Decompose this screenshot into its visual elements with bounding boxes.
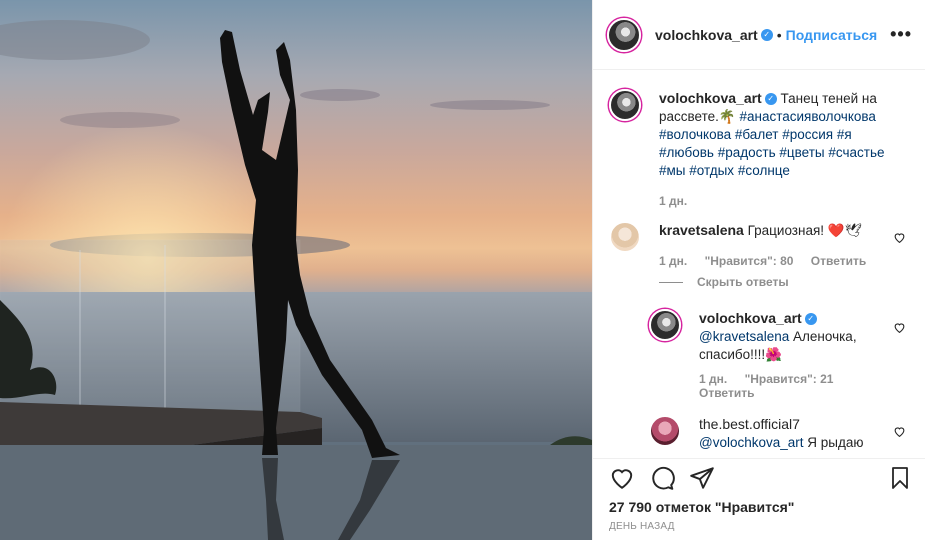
caption-time[interactable]: 1 дн.	[659, 194, 687, 208]
verified-badge-icon: ✓	[764, 93, 777, 106]
hashtag-link[interactable]: #радость	[718, 145, 776, 160]
reply-mention[interactable]: @kravetsalena	[699, 329, 789, 344]
post-date[interactable]: ДЕНЬ НАЗАД	[609, 521, 675, 532]
comment-like-heart-icon[interactable]	[893, 231, 906, 244]
reply-button[interactable]: Ответить	[811, 254, 866, 268]
bookmark-icon[interactable]	[888, 465, 912, 491]
reply-emoji: 🌺	[765, 347, 782, 362]
commenter-avatar[interactable]	[609, 221, 641, 253]
author-username[interactable]: volochkova_art	[655, 27, 758, 43]
post-actions: 27 790 отметок "Нравится" ДЕНЬ НАЗАД	[593, 458, 925, 540]
reply-mention[interactable]: @volochkova_art	[699, 435, 804, 450]
share-icon[interactable]	[689, 465, 715, 491]
hide-replies-button[interactable]: Скрыть ответы	[659, 275, 789, 289]
hashtag-link[interactable]: #я	[837, 127, 852, 142]
reply-avatar[interactable]	[649, 415, 681, 447]
reply-username[interactable]: volochkova_art	[699, 310, 802, 326]
palm-emoji: 🌴	[718, 109, 736, 124]
action-icons	[609, 465, 729, 491]
caption-avatar[interactable]	[609, 89, 641, 121]
more-options-icon[interactable]: •••	[890, 24, 912, 45]
caption-username[interactable]: volochkova_art	[659, 90, 762, 106]
hashtag-link[interactable]: #цветы	[779, 145, 824, 160]
hide-replies-label: Скрыть ответы	[697, 275, 789, 289]
post-panel: volochkova_art ✓ • Подписаться ••• voloc…	[592, 0, 925, 540]
comment-icon[interactable]	[649, 465, 675, 491]
post-photo[interactable]	[0, 0, 592, 540]
reply-like-heart-icon[interactable]	[893, 425, 906, 438]
comment-likes[interactable]: "Нравится": 80	[705, 254, 794, 268]
comment-username[interactable]: kravetsalena	[659, 222, 744, 238]
follow-button[interactable]: Подписаться	[786, 27, 878, 43]
caption: volochkova_art ✓ Танец теней на рассвете.…	[609, 89, 889, 210]
divider-line	[659, 281, 683, 283]
comment-item: kravetsalena Грациозная! ❤️🕊 1 дн. "Нрав…	[609, 221, 889, 270]
hashtag-link[interactable]: #волочкова	[659, 127, 731, 142]
reply-likes[interactable]: "Нравится": 21	[745, 372, 834, 386]
reply-like-heart-icon[interactable]	[893, 321, 906, 334]
hashtag-link[interactable]: #балет	[735, 127, 779, 142]
verified-badge-icon: ✓	[804, 313, 817, 326]
author-avatar[interactable]	[607, 17, 641, 52]
reply-username[interactable]: the.best.official7	[699, 416, 800, 432]
reply-meta: 1 дн. "Нравится": 21 Ответить	[699, 372, 889, 400]
comment-emoji: ❤️🕊	[827, 223, 862, 238]
hashtag-link[interactable]: #россия	[782, 127, 833, 142]
heart-icon[interactable]	[609, 465, 635, 491]
post-header: volochkova_art ✓ • Подписаться •••	[593, 0, 925, 70]
reply-button[interactable]: Ответить	[699, 386, 754, 400]
reply-item: the.best.official7 @volochkova_art Я рыд…	[649, 415, 889, 452]
post-photo-graphic	[0, 0, 592, 540]
reply-time[interactable]: 1 дн.	[699, 372, 727, 386]
hashtag-link[interactable]: #любовь	[659, 145, 714, 160]
hashtag-link[interactable]: #мы	[659, 163, 686, 178]
hashtag-link[interactable]: #счастье	[828, 145, 884, 160]
hashtag-link[interactable]: #солнце	[738, 163, 790, 178]
verified-badge-icon: ✓	[760, 28, 773, 41]
likes-count[interactable]: 27 790 отметок "Нравится"	[609, 499, 794, 515]
comment-time[interactable]: 1 дн.	[659, 254, 687, 268]
reply-item: volochkova_art ✓ @kravetsalena Аленочка, …	[649, 309, 889, 400]
hashtag-link[interactable]: #отдых	[689, 163, 734, 178]
caption-meta: 1 дн.	[659, 192, 889, 210]
reply-avatar[interactable]	[649, 309, 681, 341]
hashtag-link[interactable]: #анастасияволочкова	[739, 109, 875, 124]
separator-dot: •	[776, 26, 782, 43]
comment-text: Грациозная!	[747, 223, 825, 238]
comments-list[interactable]: volochkova_art ✓ Танец теней на рассвете.…	[593, 71, 925, 458]
comment-meta: 1 дн. "Нравится": 80 Ответить	[659, 252, 889, 270]
reply-text: Я рыдаю	[807, 435, 864, 450]
